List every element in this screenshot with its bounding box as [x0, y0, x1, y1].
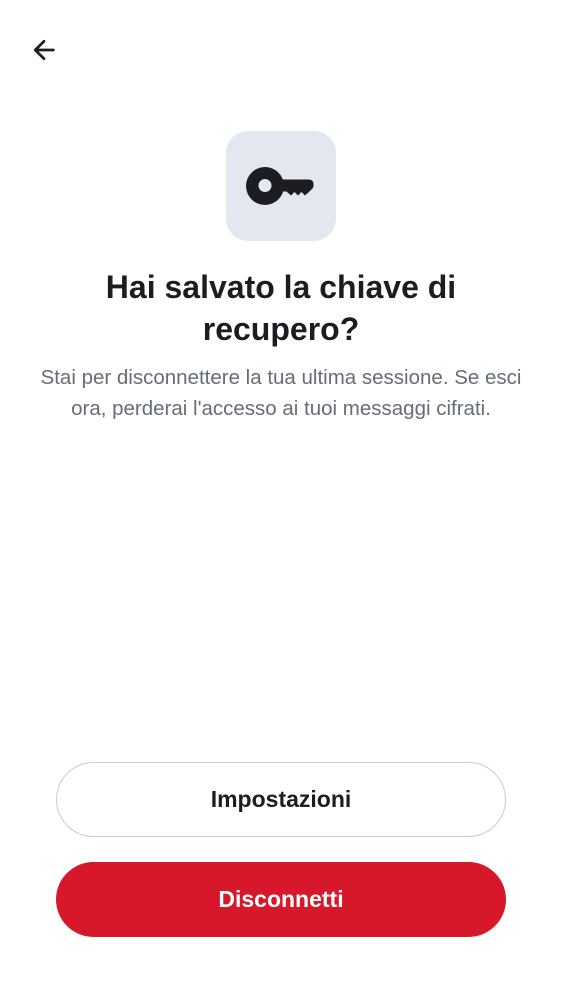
key-icon-tile	[226, 131, 336, 241]
sign-out-screen: Hai salvato la chiave di recupero? Stai …	[0, 0, 562, 1000]
settings-button-label: Impostazioni	[210, 786, 352, 812]
page-title: Hai salvato la chiave di recupero?	[105, 269, 457, 347]
back-button[interactable]	[22, 28, 66, 72]
sign-out-button[interactable]: Disconnetti	[56, 862, 506, 937]
sign-out-button-label: Disconnetti	[218, 886, 344, 912]
settings-button[interactable]: Impostazioni	[56, 762, 506, 837]
key-icon	[246, 167, 314, 205]
page-description: Stai per disconnettere la tua ultima ses…	[40, 366, 522, 420]
arrow-left-icon	[33, 39, 55, 61]
